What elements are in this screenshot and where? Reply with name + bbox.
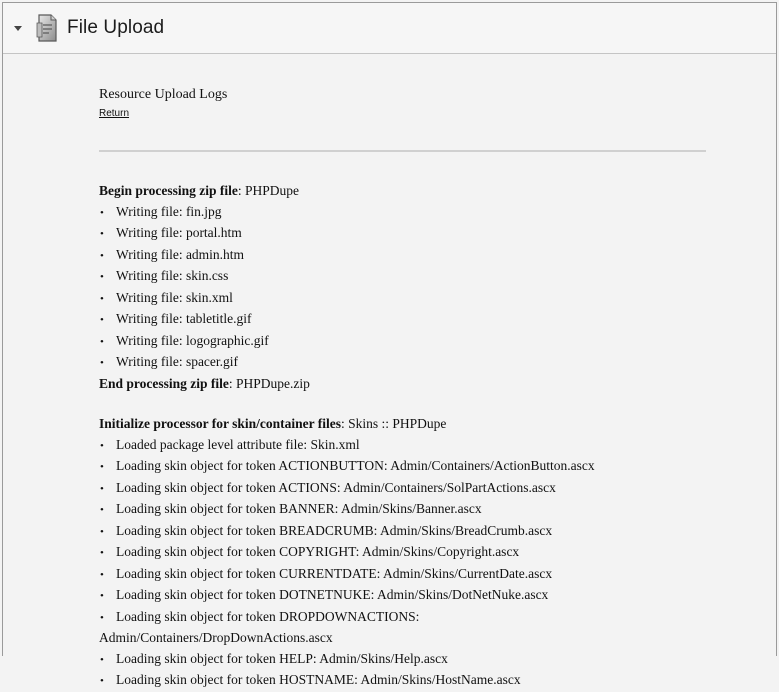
skin-init-label: Initialize processor for skin/container … — [99, 416, 341, 431]
return-link[interactable]: Return — [99, 108, 129, 119]
list-item-text: Loading skin object for token CURRENTDAT… — [116, 565, 553, 581]
skin-processing-log: Initialize processor for skin/container … — [99, 414, 711, 692]
list-item-text: Loading skin object for token BANNER: Ad… — [116, 501, 482, 516]
bullet-icon: • — [100, 292, 104, 305]
bullet-icon: • — [100, 568, 104, 581]
list-item: • Writing file: logographic.gif — [99, 331, 711, 353]
module-title-bar: File Upload — [3, 3, 776, 54]
zip-processing-log: Begin processing zip file: PHPDupe • Writ… — [99, 181, 711, 394]
list-item: • Loading skin object for token HOSTNAME:… — [99, 670, 711, 692]
list-item-text: Loading skin object for token DROPDOWNAC… — [116, 608, 420, 624]
list-item: • Loading skin object for token DROPDOWNA… — [99, 607, 711, 629]
skin-init-value: : Skins :: PHPDupe — [341, 416, 447, 431]
list-item: • Loading skin object for token ACTIONBUT… — [99, 456, 711, 478]
zip-items-list: • Writing file: fin.jpg • Writing file: po… — [99, 202, 711, 374]
list-item-text: Loading skin object for token ACTIONBUTT… — [116, 458, 595, 473]
bullet-icon: • — [100, 504, 104, 516]
list-item-text: Writing file: spacer.gif — [116, 354, 239, 369]
list-item: • Writing file: tabletitle.gif — [99, 309, 711, 331]
bullet-icon: • — [100, 653, 104, 666]
bullet-icon: • — [100, 547, 104, 559]
zip-end-line: End processing zip file: PHPDupe.zip — [99, 374, 711, 395]
list-item: • Writing file: spacer.gif — [99, 352, 711, 374]
zip-end-label: End processing zip file — [99, 375, 229, 391]
list-item-text: Writing file: tabletitle.gif — [116, 311, 252, 326]
bullet-icon: • — [100, 206, 104, 219]
upload-log-content: Resource Upload Logs Return Begin proces… — [99, 87, 711, 692]
bullet-icon: • — [100, 249, 104, 262]
list-item-text: Loading skin object for token BREADCRUMB… — [116, 522, 553, 538]
list-item-text: Writing file: skin.xml — [116, 289, 233, 305]
module-container: File Upload Resource Upload Logs Return … — [2, 2, 777, 687]
list-item-text: Loading skin object for token HELP: Admi… — [116, 650, 448, 666]
page-heading: Resource Upload Logs — [99, 87, 228, 102]
bullet-icon: • — [100, 525, 104, 538]
list-item: • Loading skin object for token HELP: Adm… — [99, 649, 711, 671]
list-item-text: Loaded package level attribute file: Ski… — [116, 436, 360, 452]
bullet-icon: • — [100, 611, 104, 624]
list-item-continuation: Admin/Containers/DropDownActions.ascx — [99, 630, 333, 645]
list-item-text: Loading skin object for token DOTNETNUKE… — [116, 587, 549, 602]
skin-items-list: • Loaded package level attribute file: Sk… — [99, 435, 711, 692]
list-item: • Writing file: skin.xml — [99, 288, 711, 310]
list-item: • Loading skin object for token ACTIONS: … — [99, 478, 711, 500]
list-item: • Loading skin object for token BREADCRUM… — [99, 521, 711, 543]
module-title: File Upload — [67, 17, 165, 38]
list-item: • Loading skin object for token CURRENTDA… — [99, 564, 711, 586]
bullet-icon: • — [100, 439, 104, 452]
bullet-icon: • — [100, 482, 104, 495]
zip-begin-label: Begin processing zip file — [99, 183, 238, 198]
bullet-icon: • — [100, 590, 104, 602]
list-item: • Writing file: portal.htm — [99, 223, 711, 245]
list-item-text: Loading skin object for token ACTIONS: A… — [116, 479, 556, 495]
bullet-icon: • — [100, 357, 104, 369]
list-item: • Loaded package level attribute file: Sk… — [99, 435, 711, 457]
list-item-text: Loading skin object for token COPYRIGHT:… — [116, 544, 520, 559]
divider — [99, 150, 706, 152]
list-item: • Loading skin object for token COPYRIGHT… — [99, 542, 711, 564]
list-item: • Loading skin object for token BANNER: A… — [99, 499, 711, 521]
list-item: • Writing file: skin.css — [99, 266, 711, 288]
list-item-text: Writing file: skin.css — [116, 268, 229, 283]
bullet-icon: • — [100, 461, 104, 473]
list-item-text: Loading skin object for token HOSTNAME: … — [116, 672, 521, 687]
bullet-icon: • — [100, 271, 104, 283]
list-item-text: Writing file: admin.htm — [116, 246, 245, 262]
zip-begin-value: : PHPDupe — [237, 183, 300, 198]
zip-begin-line: Begin processing zip file: PHPDupe — [99, 181, 711, 202]
list-item-text: Writing file: portal.htm — [116, 225, 242, 240]
skin-init-line: Initialize processor for skin/container … — [99, 414, 711, 435]
list-item: • Writing file: fin.jpg — [99, 202, 711, 224]
list-item: • Writing file: admin.htm — [99, 245, 711, 267]
bullet-icon: • — [100, 228, 104, 240]
bullet-icon: • — [100, 335, 104, 348]
zip-end-value: : PHPDupe.zip — [228, 375, 310, 391]
list-item-text: Writing file: fin.jpg — [116, 203, 222, 219]
list-item: • Loading skin object for token DOTNETNUK… — [99, 585, 711, 607]
collapse-arrow-icon[interactable] — [14, 25, 22, 31]
list-item-text: Writing file: logographic.gif — [116, 332, 269, 348]
bullet-icon: • — [100, 675, 104, 687]
bullet-icon: • — [100, 314, 104, 326]
file-upload-icon — [36, 14, 57, 42]
